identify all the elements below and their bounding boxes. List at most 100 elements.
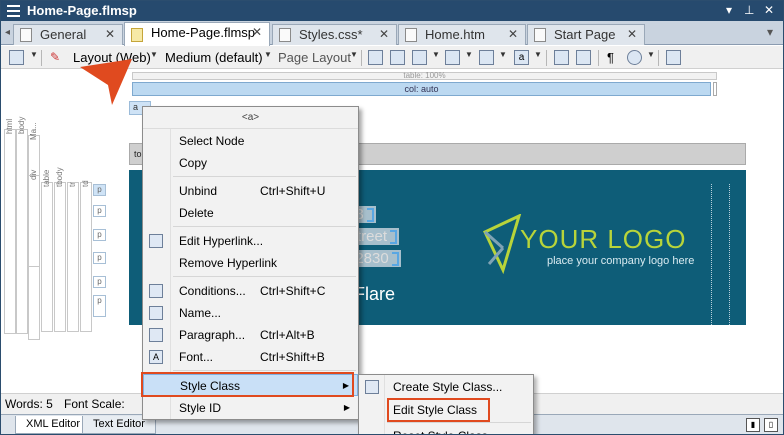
structure-bar-p[interactable]: p — [93, 252, 106, 264]
layout-icon: ✎ — [50, 50, 61, 64]
single-view-icon[interactable]: ▯ — [764, 418, 778, 432]
variable-marker — [391, 252, 399, 267]
logo-subtitle: place your company logo here — [547, 255, 695, 267]
minimize-icon[interactable]: ▾ — [726, 3, 732, 17]
menu-item-style-id[interactable]: Style ID ▶ — [143, 397, 358, 419]
tab-close-icon[interactable]: ✕ — [105, 25, 115, 44]
chevron-down-icon[interactable]: ▼ — [432, 50, 440, 59]
menu-item-name[interactable]: Name... — [143, 302, 358, 324]
style-class-callout — [141, 372, 354, 397]
chevron-down-icon[interactable]: ▼ — [150, 50, 158, 59]
flare-text[interactable]: Flare — [354, 284, 395, 305]
show-markers-button[interactable]: ¶ — [607, 49, 614, 66]
insert-concept-icon[interactable] — [576, 50, 591, 65]
chevron-down-icon[interactable]: ▼ — [647, 50, 655, 59]
structure-bar-html[interactable]: html — [4, 119, 16, 334]
tab-styles-css[interactable]: Styles.css* ✕ — [272, 24, 397, 45]
tab-xml-editor[interactable]: XML Editor — [15, 416, 92, 434]
pin-icon[interactable]: ⊥ — [744, 3, 754, 17]
tab-start-page[interactable]: Start Page ✕ — [527, 24, 645, 45]
word-count: Words: 5 — [5, 397, 53, 411]
menu-item-edit-hyperlink[interactable]: Edit Hyperlink... — [143, 230, 358, 252]
tab-close-icon[interactable]: ✕ — [379, 25, 389, 44]
structure-bar-tbody[interactable]: tbody — [54, 167, 66, 332]
structure-bar-body[interactable]: body — [16, 117, 28, 334]
split-view-icon[interactable]: ▮ — [746, 418, 760, 432]
menu-separator — [173, 370, 356, 371]
toolbar-separator — [598, 50, 599, 66]
text-format-icon[interactable]: a — [514, 50, 529, 65]
insert-hyperlink-icon[interactable] — [390, 50, 405, 65]
tab-label: Home.htm — [425, 27, 485, 42]
editor-canvas[interactable]: table: 100% col: auto a html body Ma... … — [1, 69, 783, 393]
menu-item-select-node[interactable]: Select Node — [143, 130, 358, 152]
menu-item-conditions[interactable]: Conditions... Ctrl+Shift+C — [143, 280, 358, 302]
structure-bar-p[interactable]: p — [93, 229, 106, 241]
structure-bar-p[interactable]: p — [93, 184, 106, 196]
tab-home-page-flmsp[interactable]: Home-Page.flmsp ✕ — [124, 22, 270, 46]
menu-item-reset-style-class[interactable]: Reset Style Class — [359, 425, 533, 434]
structure-bars-icon[interactable] — [666, 50, 681, 65]
menu-separator — [173, 276, 356, 277]
tab-close-icon[interactable]: ✕ — [508, 25, 518, 44]
insert-table-icon[interactable] — [479, 50, 494, 65]
variable-marker — [366, 208, 374, 223]
window-title: Home-Page.flmsp — [27, 3, 137, 18]
tab-general[interactable]: General ✕ — [13, 24, 123, 45]
font-icon: A — [149, 350, 163, 364]
structure-bar-div[interactable]: div — [28, 170, 40, 267]
tab-close-icon[interactable]: ✕ — [252, 23, 262, 42]
font-scale-label: Font Scale: — [64, 397, 125, 411]
chevron-down-icon[interactable]: ▼ — [499, 50, 507, 59]
menu-item-copy[interactable]: Copy — [143, 152, 358, 174]
structure-bar-p[interactable]: p — [93, 205, 106, 217]
column-ruler[interactable]: col: auto — [132, 82, 711, 96]
structure-bar-p[interactable]: p — [93, 276, 106, 288]
menu-item-font[interactable]: A Font... Ctrl+Shift+B — [143, 346, 358, 368]
stylesheet-icon — [279, 28, 291, 42]
structure-bar-tr[interactable]: tr — [67, 182, 79, 332]
menu-item-remove-hyperlink[interactable]: Remove Hyperlink — [143, 252, 358, 274]
title-bar: Home-Page.flmsp ▾ ⊥ ✕ — [1, 1, 783, 21]
create-style-icon — [365, 380, 379, 394]
tab-list-dropdown-icon[interactable]: ▾ — [767, 25, 773, 39]
chevron-down-icon[interactable]: ▼ — [30, 50, 38, 59]
page-layout-dropdown[interactable]: Page Layout — [278, 49, 351, 66]
menu-separator — [173, 226, 356, 227]
chevron-down-icon[interactable]: ▼ — [465, 50, 473, 59]
chevron-down-icon[interactable]: ▼ — [264, 50, 272, 59]
tab-label: General — [40, 27, 87, 42]
menu-item-paragraph[interactable]: Paragraph... Ctrl+Alt+B — [143, 324, 358, 346]
document-icon — [131, 28, 143, 42]
context-menu-header: <a> — [143, 107, 358, 129]
arrow-pointer-icon — [80, 59, 132, 105]
menu-item-create-style-class[interactable]: Create Style Class... — [359, 376, 533, 398]
structure-bar-td[interactable]: td — [80, 180, 92, 332]
eye-icon[interactable] — [627, 50, 642, 65]
toolbar-separator — [361, 50, 362, 66]
table-ruler[interactable]: table: 100% — [132, 72, 717, 80]
insert-variable-icon[interactable] — [445, 50, 460, 65]
structure-bar-table[interactable]: table — [41, 170, 53, 332]
hamburger-icon[interactable] — [7, 5, 20, 17]
variable-marker — [390, 230, 398, 245]
insert-image-icon[interactable] — [412, 50, 427, 65]
close-icon[interactable]: ✕ — [764, 3, 774, 17]
preview-icon[interactable] — [9, 50, 24, 65]
tab-home-htm[interactable]: Home.htm ✕ — [398, 24, 526, 45]
chevron-down-icon[interactable]: ▼ — [350, 50, 358, 59]
medium-dropdown[interactable]: Medium (default) — [165, 49, 263, 66]
document-icon — [405, 28, 417, 42]
structure-bar-p[interactable]: p — [93, 295, 106, 317]
toolbar-separator — [658, 50, 659, 66]
insert-index-icon[interactable] — [554, 50, 569, 65]
hyperlink-icon — [149, 234, 163, 248]
column-ruler-handle[interactable] — [713, 82, 717, 96]
paragraph-icon — [149, 328, 163, 342]
insert-snippet-icon[interactable] — [368, 50, 383, 65]
chevron-down-icon[interactable]: ▼ — [534, 50, 542, 59]
document-icon — [534, 28, 546, 42]
menu-item-unbind[interactable]: Unbind Ctrl+Shift+U — [143, 180, 358, 202]
tab-close-icon[interactable]: ✕ — [627, 25, 637, 44]
menu-item-delete[interactable]: Delete — [143, 202, 358, 224]
